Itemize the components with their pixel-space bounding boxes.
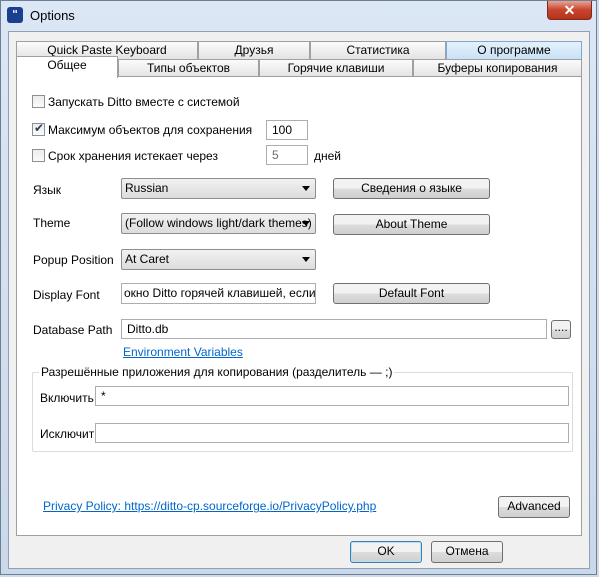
max-items-checkbox[interactable]: ✔ <box>32 121 45 136</box>
title-bar[interactable]: " Options ✕ <box>1 1 598 31</box>
tab-copy-buffers[interactable]: Буферы копирования <box>413 59 582 77</box>
default-font-button[interactable]: Default Font <box>333 283 490 304</box>
exclude-apps-input[interactable] <box>95 423 569 443</box>
popup-position-select[interactable]: At Caret <box>121 249 316 270</box>
copy-apps-group-title: Разрешённые приложения для копирования (… <box>39 365 395 379</box>
about-theme-button[interactable]: About Theme <box>333 214 490 235</box>
ditto-quote-icon: " <box>7 7 23 23</box>
dialog-client-area: Quick Paste Keyboard Друзья Статистика О… <box>8 31 590 569</box>
display-font-label: Display Font <box>33 288 100 302</box>
include-apps-input[interactable]: * <box>95 386 569 406</box>
general-tab-panel: Запускать Ditto вместе с системой ✔ Макс… <box>16 76 582 536</box>
start-with-system-checkbox[interactable] <box>32 95 45 108</box>
tab-friends[interactable]: Друзья <box>198 41 310 59</box>
max-items-label: Максимум объектов для сохранения <box>48 123 253 137</box>
language-select[interactable]: Russian <box>121 178 316 199</box>
tab-statistics[interactable]: Статистика <box>310 41 446 59</box>
advanced-button[interactable]: Advanced <box>498 496 570 518</box>
tab-object-types[interactable]: Типы объектов <box>118 59 259 77</box>
exclude-label: Исключить <box>40 427 101 441</box>
close-button[interactable]: ✕ <box>547 1 592 20</box>
database-path-input[interactable]: Ditto.db <box>121 319 547 339</box>
checkmark-icon: ✔ <box>34 121 45 135</box>
chevron-down-icon <box>302 186 310 191</box>
chevron-down-icon <box>302 257 310 262</box>
tab-hotkeys[interactable]: Горячие клавиши <box>259 59 413 77</box>
environment-variables-link[interactable]: Environment Variables <box>123 345 243 359</box>
privacy-policy-link[interactable]: Privacy Policy: https://ditto-cp.sourcef… <box>43 499 376 513</box>
expire-label: Срок хранения истекает через <box>48 149 218 163</box>
popup-position-label: Popup Position <box>33 253 114 267</box>
expire-days-input[interactable]: 5 <box>266 145 308 165</box>
theme-select[interactable]: (Follow windows light/dark themes) <box>121 213 316 234</box>
ok-button[interactable]: OK <box>350 541 422 563</box>
window-title: Options <box>30 8 75 23</box>
language-info-button[interactable]: Сведения о языке <box>333 178 490 199</box>
theme-label: Theme <box>33 216 71 230</box>
tab-general[interactable]: Общее <box>16 56 118 78</box>
tab-about[interactable]: О программе <box>446 41 582 59</box>
expire-checkbox[interactable] <box>32 149 45 162</box>
theme-select-value: (Follow windows light/dark themes) <box>125 216 312 230</box>
chevron-down-icon <box>302 221 310 226</box>
max-items-input[interactable]: 100 <box>266 120 308 140</box>
popup-position-value: At Caret <box>125 252 170 266</box>
expire-unit-label: дней <box>314 149 342 163</box>
language-select-value: Russian <box>125 181 169 195</box>
cancel-button[interactable]: Отмена <box>431 541 503 563</box>
browse-database-button[interactable]: .... <box>551 320 571 339</box>
language-label: Язык <box>33 183 62 197</box>
include-label: Включить <box>40 391 94 405</box>
display-font-field[interactable]: окно Ditto горячей клавишей, если он <box>121 283 316 304</box>
options-window: " Options ✕ Quick Paste Keyboard Друзья … <box>0 0 597 575</box>
start-with-system-label: Запускать Ditto вместе с системой <box>48 95 240 109</box>
database-path-label: Database Path <box>33 323 113 337</box>
